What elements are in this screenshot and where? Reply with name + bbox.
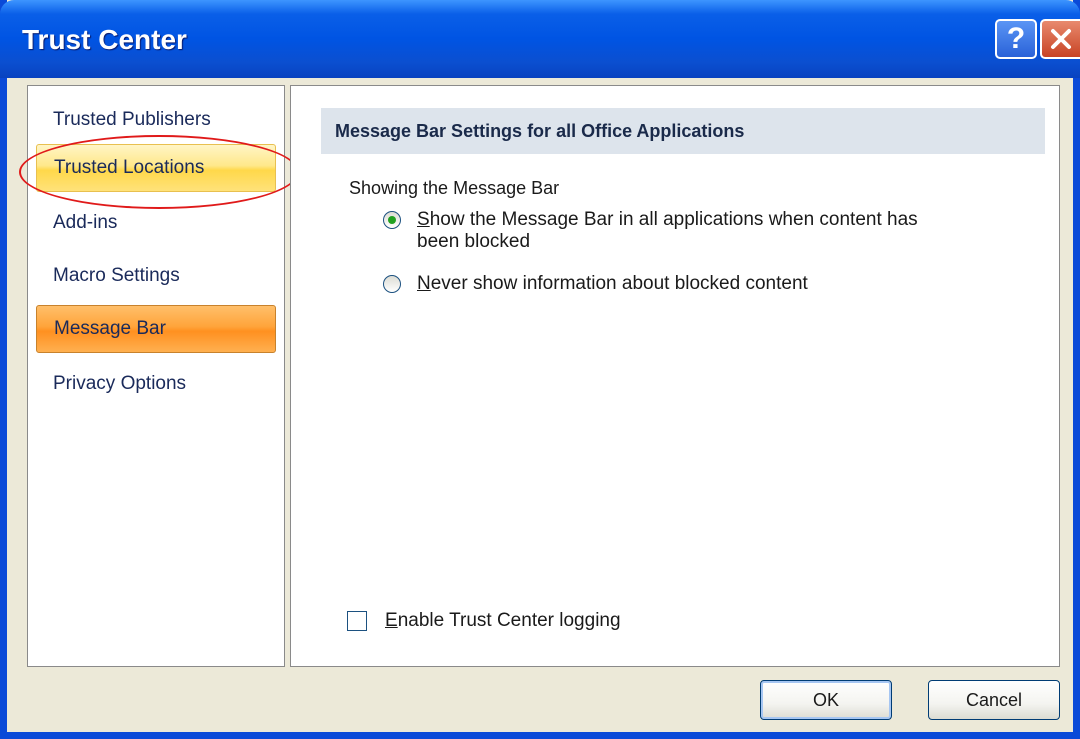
enable-logging-checkbox-row[interactable]: Enable Trust Center logging (347, 610, 621, 632)
title-bar[interactable]: Trust Center ? (0, 0, 1080, 78)
radio-label-continued: been blocked (417, 231, 531, 252)
close-icon (1051, 29, 1071, 49)
radio-button-selected[interactable] (383, 211, 401, 229)
sidebar-item-add-ins[interactable]: Add-ins (36, 199, 276, 247)
sidebar-item-label: Privacy Options (53, 373, 187, 394)
radio-label: how the Message Bar in all applications … (429, 209, 918, 230)
section-header: Message Bar Settings for all Office Appl… (321, 108, 1045, 154)
checkbox-label: nable Trust Center logging (397, 610, 621, 631)
question-mark-icon: ? (1006, 22, 1026, 55)
sidebar-item-label: Macro Settings (53, 265, 180, 286)
accelerator-key: E (385, 610, 398, 631)
ok-button[interactable]: OK (760, 680, 892, 720)
sidebar-item-macro-settings[interactable]: Macro Settings (36, 252, 276, 300)
accelerator-key: N (417, 273, 431, 294)
close-button[interactable] (1040, 19, 1080, 59)
sidebar-item-label: Message Bar (54, 318, 166, 339)
help-button[interactable]: ? (995, 19, 1037, 59)
group-label: Showing the Message Bar (349, 178, 560, 198)
window-title: Trust Center (22, 24, 187, 55)
sidebar-item-trusted-locations[interactable]: Trusted Locations (36, 144, 276, 192)
enable-logging-checkbox[interactable] (347, 611, 367, 631)
sidebar-item-label: Add-ins (53, 212, 118, 233)
sidebar-item-label: Trusted Locations (54, 157, 205, 178)
sidebar-item-label: Trusted Publishers (53, 109, 211, 130)
sidebar-item-trusted-publishers[interactable]: Trusted Publishers (36, 96, 276, 144)
radio-dot-icon (388, 216, 396, 224)
radio-show-message-bar[interactable]: Show the Message Bar in all applications… (383, 209, 1047, 253)
cancel-button[interactable]: Cancel (928, 680, 1060, 720)
settings-panel: Message Bar Settings for all Office Appl… (290, 85, 1060, 667)
accelerator-key: S (417, 209, 430, 230)
radio-never-show[interactable]: Never show information about blocked con… (383, 273, 1047, 295)
sidebar-item-message-bar[interactable]: Message Bar (36, 305, 276, 353)
nav-panel: Trusted Publishers Trusted Locations Add… (27, 85, 285, 667)
trust-center-dialog: Trust Center ? Trusted Publishers Truste… (0, 0, 1080, 739)
sidebar-item-privacy-options[interactable]: Privacy Options (36, 360, 276, 408)
radio-label: ever show information about blocked cont… (430, 273, 808, 294)
radio-button-unselected[interactable] (383, 275, 401, 293)
